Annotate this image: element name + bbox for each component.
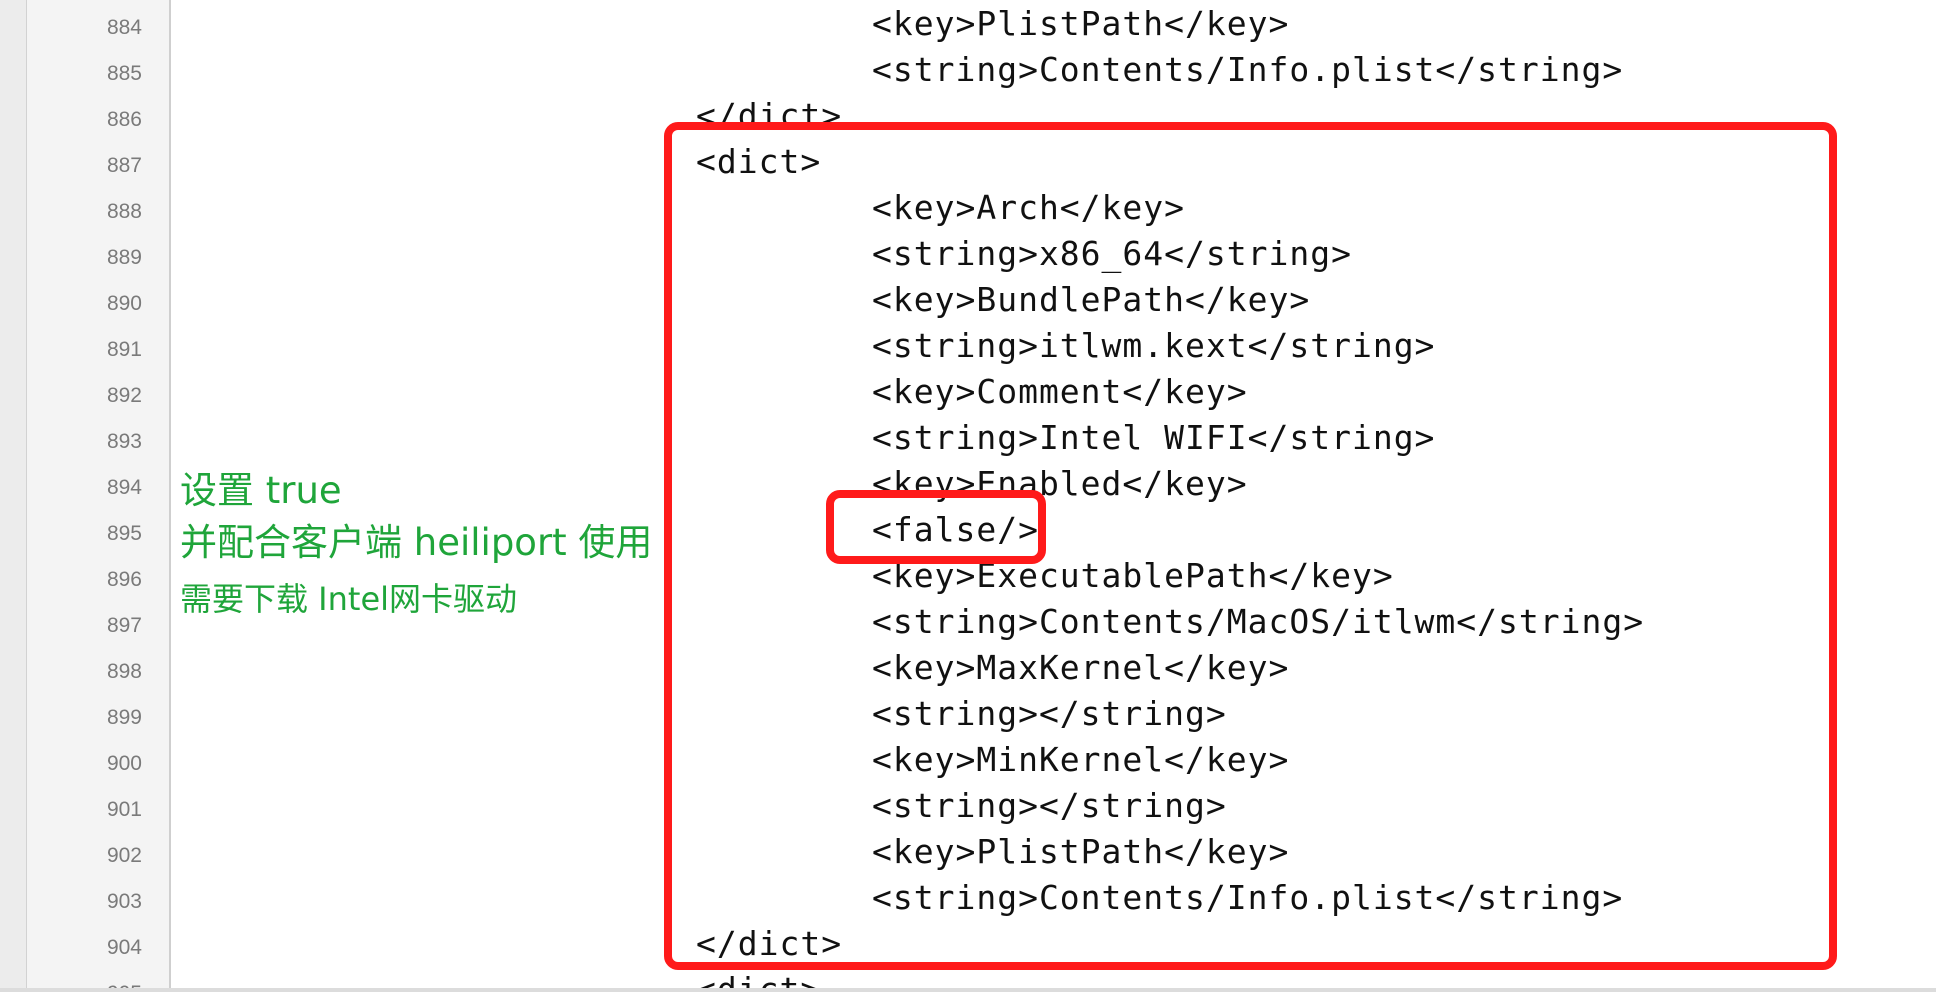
code-line[interactable]: <string>itlwm.kext</string> bbox=[872, 323, 1435, 369]
line-number: 904 bbox=[106, 936, 142, 959]
code-line[interactable]: <key>PlistPath</key> bbox=[872, 1, 1289, 47]
code-line[interactable]: <key>PlistPath</key> bbox=[872, 829, 1289, 875]
line-number: 902 bbox=[106, 844, 142, 867]
code-line[interactable]: </dict> bbox=[696, 921, 842, 967]
line-number: 890 bbox=[106, 292, 142, 315]
line-number: 888 bbox=[106, 200, 142, 223]
annotation-set-true: 设置 true bbox=[180, 469, 342, 512]
line-number: 899 bbox=[106, 706, 142, 729]
line-number: 901 bbox=[106, 798, 142, 821]
line-number: 891 bbox=[106, 338, 142, 361]
line-number: 886 bbox=[106, 108, 142, 131]
code-line[interactable]: <key>Arch</key> bbox=[872, 185, 1185, 231]
line-number: 885 bbox=[106, 62, 142, 85]
code-line[interactable]: <string>Intel WIFI</string> bbox=[872, 415, 1435, 461]
code-line[interactable]: <string></string> bbox=[872, 691, 1227, 737]
annotation-driver-note: 需要下载 Intel网卡驱动 bbox=[180, 580, 518, 618]
code-line[interactable]: <key>Comment</key> bbox=[872, 369, 1248, 415]
code-line[interactable]: </dict> bbox=[696, 93, 842, 139]
code-line[interactable]: <false/> bbox=[872, 507, 1039, 553]
code-line[interactable]: <string>Contents/MacOS/itlwm</string> bbox=[872, 599, 1644, 645]
code-line[interactable]: <key>Enabled</key> bbox=[872, 461, 1248, 507]
line-number: 894 bbox=[106, 476, 142, 499]
line-number: 898 bbox=[106, 660, 142, 683]
line-number: 887 bbox=[106, 154, 142, 177]
code-line[interactable]: <string>Contents/Info.plist</string> bbox=[872, 875, 1623, 921]
code-line[interactable]: <string>x86_64</string> bbox=[872, 231, 1352, 277]
line-number: 892 bbox=[106, 384, 142, 407]
code-line[interactable]: <key>ExecutablePath</key> bbox=[872, 553, 1394, 599]
code-line[interactable]: <key>MinKernel</key> bbox=[872, 737, 1289, 783]
annotation-client-note: 并配合客户端 heiliport 使用 bbox=[180, 521, 653, 564]
bottom-divider bbox=[0, 988, 1936, 992]
code-line[interactable]: <string>Contents/Info.plist</string> bbox=[872, 47, 1623, 93]
code-line[interactable]: <dict> bbox=[696, 139, 821, 185]
line-number: 893 bbox=[106, 430, 142, 453]
line-number: 896 bbox=[106, 568, 142, 591]
code-line[interactable]: <key>BundlePath</key> bbox=[872, 277, 1310, 323]
line-number: 889 bbox=[106, 246, 142, 269]
line-number: 884 bbox=[106, 16, 142, 39]
code-editor[interactable]: 884 885 886 887 888 889 890 891 892 893 … bbox=[0, 0, 1936, 992]
editor-left-strip bbox=[0, 0, 27, 992]
line-number: 900 bbox=[106, 752, 142, 775]
line-number: 895 bbox=[106, 522, 142, 545]
line-number: 897 bbox=[106, 614, 142, 637]
code-line[interactable]: <key>MaxKernel</key> bbox=[872, 645, 1289, 691]
line-number-gutter: 884 885 886 887 888 889 890 891 892 893 … bbox=[27, 0, 171, 992]
code-line[interactable]: <string></string> bbox=[872, 783, 1227, 829]
line-number: 903 bbox=[106, 890, 142, 913]
